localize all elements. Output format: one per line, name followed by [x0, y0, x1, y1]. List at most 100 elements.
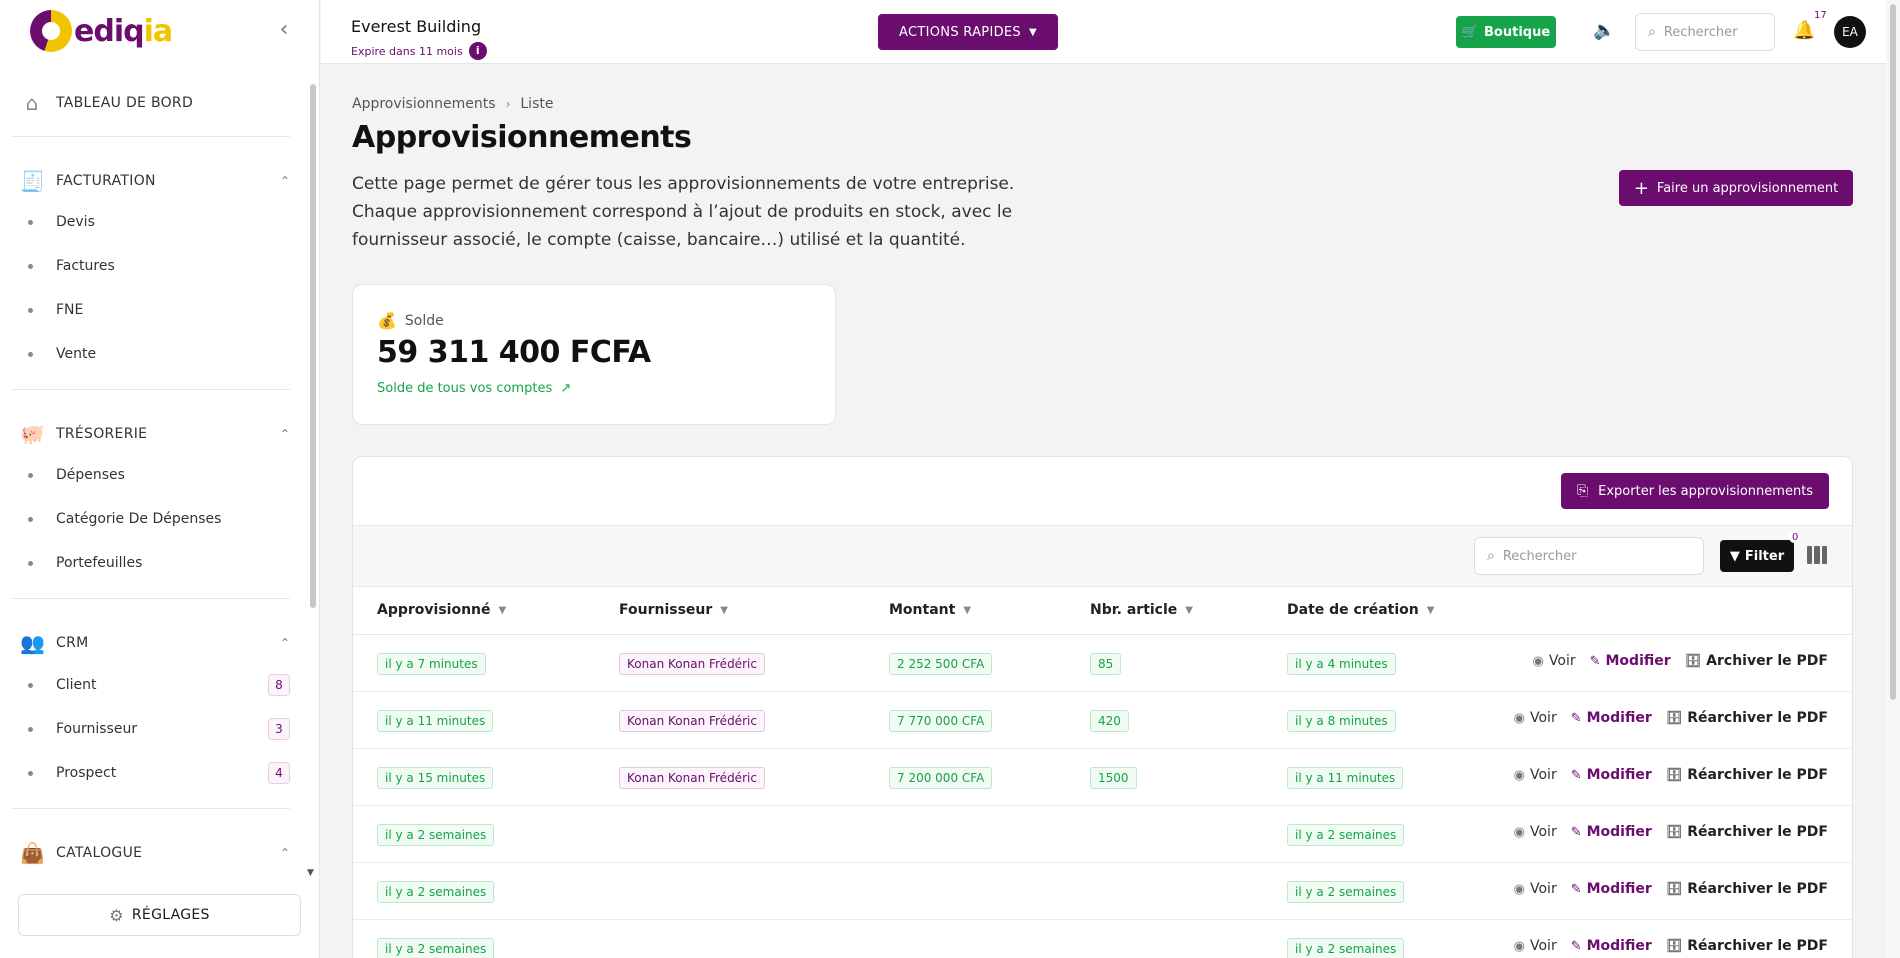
- supplier-badge[interactable]: Konan Konan Frédéric: [619, 653, 765, 675]
- global-search-input[interactable]: [1663, 24, 1764, 40]
- archive-label: Réarchiver le PDF: [1687, 824, 1828, 840]
- pencil-icon: ✎: [1570, 710, 1582, 726]
- edit-button[interactable]: ✎ Modifier: [1571, 710, 1652, 726]
- filter-button[interactable]: ▼ Filter: [1720, 540, 1794, 572]
- cell-supplier: Konan Konan Frédéric: [619, 653, 765, 675]
- sidebar-item-client[interactable]: Client 8: [28, 672, 290, 698]
- balance-label-text: Solde: [404, 312, 444, 329]
- info-icon[interactable]: i: [468, 42, 487, 60]
- chevron-down-icon: ▼: [1426, 604, 1435, 616]
- table-row[interactable]: il y a 7 minutes Konan Konan Frédéric 2 25…: [353, 635, 1852, 692]
- sidebar-section-crm[interactable]: 👥 CRM ⌃: [20, 628, 290, 658]
- sidebar-item-portefeuilles[interactable]: Portefeuilles: [28, 550, 290, 576]
- sidebar-item-fne[interactable]: FNE: [28, 297, 290, 323]
- edit-button[interactable]: ✎ Modifier: [1571, 767, 1652, 783]
- sidebar-item-label: Portefeuilles: [56, 555, 143, 571]
- invoice-icon: 🧾: [20, 169, 45, 193]
- bullet-icon: [28, 682, 33, 688]
- archive-pdf-button[interactable]: 🗄 Réarchiver le PDF: [1666, 710, 1828, 726]
- collapse-sidebar-icon[interactable]: ‹: [274, 19, 294, 42]
- table-row[interactable]: il y a 2 semaines il y a 2 semaines ◉ Voir ✎…: [353, 863, 1852, 920]
- column-header-item-count[interactable]: Nbr. article ▼: [1090, 602, 1193, 618]
- view-button[interactable]: ◉ Voir: [1514, 938, 1557, 954]
- column-header-supplier[interactable]: Fournisseur ▼: [619, 602, 728, 618]
- cell-created: il y a 11 minutes: [1287, 767, 1404, 789]
- page-scrollbar-thumb[interactable]: [1890, 4, 1896, 700]
- shop-button[interactable]: 🛒 Boutique: [1456, 16, 1556, 48]
- chevron-down-icon: ▼: [498, 604, 507, 616]
- archive-pdf-button[interactable]: 🗄 Réarchiver le PDF: [1666, 824, 1828, 840]
- archive-label: Réarchiver le PDF: [1687, 710, 1828, 726]
- file-download-icon: ⎘: [1576, 483, 1589, 499]
- view-button[interactable]: ◉ Voir: [1533, 653, 1576, 669]
- table-row[interactable]: il y a 11 minutes Konan Konan Frédéric 7 7…: [353, 692, 1852, 749]
- edit-button[interactable]: ✎ Modifier: [1571, 824, 1652, 840]
- quick-actions-button[interactable]: ACTIONS RAPIDES ▼: [878, 14, 1058, 50]
- column-header-amount[interactable]: Montant ▼: [889, 602, 971, 618]
- breadcrumb-current: Liste: [520, 96, 554, 112]
- table-search-input[interactable]: [1502, 548, 1683, 564]
- column-header-supplied[interactable]: Approvisionné ▼: [377, 602, 506, 618]
- settings-button[interactable]: ⚙ RÉGLAGES: [18, 894, 301, 936]
- archive-pdf-button[interactable]: 🗄 Réarchiver le PDF: [1666, 767, 1828, 783]
- archive-pdf-button[interactable]: 🗄 Archiver le PDF: [1685, 653, 1828, 669]
- sidebar-item-categorie-depenses[interactable]: Catégorie De Dépenses: [28, 506, 290, 532]
- app-logo[interactable]: ediqia: [30, 8, 173, 54]
- global-search[interactable]: ⌕: [1635, 13, 1775, 51]
- balance-card: 💰 Solde 59 311 400 FCFA Solde de tous vo…: [352, 284, 836, 425]
- sidebar-item-factures[interactable]: Factures: [28, 253, 290, 279]
- export-supplies-button[interactable]: ⎘ Exporter les approvisionnements: [1561, 473, 1829, 509]
- sidebar-section-catalogue[interactable]: 👜 CATALOGUE ⌃: [20, 838, 290, 868]
- table-row[interactable]: il y a 2 semaines il y a 2 semaines ◉ Voir ✎…: [353, 806, 1852, 863]
- view-button[interactable]: ◉ Voir: [1514, 767, 1557, 783]
- sidebar-item-label: Prospect: [56, 765, 117, 781]
- page-scrollbar[interactable]: [1886, 0, 1900, 958]
- sidebar-item-devis[interactable]: Devis: [28, 209, 290, 235]
- scroll-down-icon[interactable]: ▼: [307, 868, 314, 878]
- archive-icon: 🗄: [1665, 881, 1683, 897]
- view-label: Voir: [1530, 824, 1557, 840]
- eye-icon: ◉: [1513, 938, 1525, 954]
- sidebar-item-vente[interactable]: Vente: [28, 341, 290, 367]
- sidebar-section-billing[interactable]: 🧾 FACTURATION ⌃: [20, 166, 290, 196]
- sidebar-section-treasury[interactable]: 🐖 TRÉSORERIE ⌃: [20, 419, 290, 449]
- bullet-icon: [28, 472, 33, 478]
- sidebar-item-label: TABLEAU DE BORD: [56, 95, 194, 111]
- add-supply-button[interactable]: + Faire un approvisionnement: [1619, 170, 1853, 206]
- sidebar-item-depenses[interactable]: Dépenses: [28, 462, 290, 488]
- sidebar-section-label: FACTURATION: [56, 173, 156, 189]
- view-button[interactable]: ◉ Voir: [1514, 881, 1557, 897]
- eye-icon: ◉: [1513, 710, 1525, 726]
- columns-toggle-icon[interactable]: [1807, 546, 1827, 564]
- view-button[interactable]: ◉ Voir: [1514, 824, 1557, 840]
- supplier-badge[interactable]: Konan Konan Frédéric: [619, 710, 765, 732]
- column-label: Nbr. article: [1090, 602, 1178, 618]
- table-row[interactable]: il y a 15 minutes Konan Konan Frédéric 7 2…: [353, 749, 1852, 806]
- column-header-created[interactable]: Date de création ▼: [1287, 602, 1434, 618]
- sidebar-item-dashboard[interactable]: ⌂ TABLEAU DE BORD: [20, 88, 290, 118]
- edit-button[interactable]: ✎ Modifier: [1590, 653, 1671, 669]
- edit-label: Modifier: [1586, 938, 1652, 954]
- edit-button[interactable]: ✎ Modifier: [1571, 881, 1652, 897]
- breadcrumb-root[interactable]: Approvisionnements: [352, 96, 496, 112]
- chevron-up-icon: ⌃: [279, 846, 290, 860]
- view-button[interactable]: ◉ Voir: [1514, 710, 1557, 726]
- sidebar-scrollbar[interactable]: [310, 84, 316, 608]
- supplied-badge: il y a 7 minutes: [377, 653, 486, 675]
- sidebar-item-fournisseur[interactable]: Fournisseur 3: [28, 716, 290, 742]
- table-row[interactable]: il y a 2 semaines il y a 2 semaines ◉ Voir ✎…: [353, 920, 1852, 958]
- supplier-badge[interactable]: Konan Konan Frédéric: [619, 767, 765, 789]
- edit-button[interactable]: ✎ Modifier: [1571, 938, 1652, 954]
- column-label: Date de création: [1287, 602, 1419, 618]
- sidebar-item-prospect[interactable]: Prospect 4: [28, 760, 290, 786]
- table-search[interactable]: ⌕: [1474, 537, 1704, 575]
- supplies-table-card: ⎘ Exporter les approvisionnements ⌕ ▼ Fi…: [352, 456, 1853, 958]
- bell-icon[interactable]: 🔔: [1793, 20, 1815, 41]
- view-label: Voir: [1530, 710, 1557, 726]
- speaker-icon[interactable]: 🔈: [1593, 20, 1615, 41]
- edit-label: Modifier: [1586, 824, 1652, 840]
- bullet-icon: [28, 726, 33, 732]
- archive-pdf-button[interactable]: 🗄 Réarchiver le PDF: [1666, 881, 1828, 897]
- avatar[interactable]: EA: [1834, 16, 1866, 48]
- archive-pdf-button[interactable]: 🗄 Réarchiver le PDF: [1666, 938, 1828, 954]
